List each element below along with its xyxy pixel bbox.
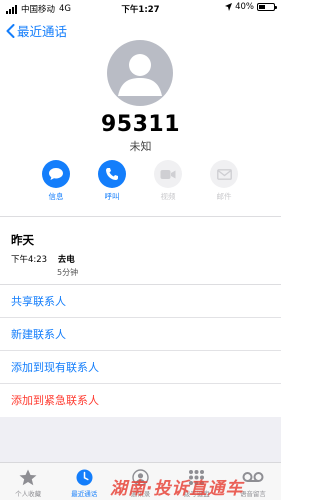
video-icon bbox=[160, 169, 176, 179]
add-emergency-contact-link[interactable]: 添加到紧急联系人 bbox=[0, 383, 281, 416]
call-button[interactable]: 呼叫 bbox=[92, 160, 132, 202]
person-icon bbox=[118, 54, 162, 96]
contact-links: 共享联系人 新建联系人 添加到现有联系人 添加到紧急联系人 bbox=[0, 284, 281, 416]
phone-icon bbox=[106, 168, 118, 180]
empty-area bbox=[0, 417, 281, 462]
location-icon bbox=[225, 3, 233, 11]
call-label: 呼叫 bbox=[104, 192, 120, 201]
tab-favorites-label: 个人收藏 bbox=[15, 490, 42, 498]
battery-icon bbox=[257, 3, 277, 11]
battery-percent: 40% bbox=[235, 2, 254, 12]
share-contact-label: 共享联系人 bbox=[11, 294, 66, 308]
back-label: 最近通话 bbox=[17, 24, 68, 39]
message-icon bbox=[49, 168, 63, 180]
avatar bbox=[107, 40, 173, 106]
recent-call-row: 下午4:23 去电 bbox=[11, 253, 75, 265]
status-bar: 中国移动 4G 下午1:27 40% bbox=[0, 0, 281, 16]
mail-label: 邮件 bbox=[216, 192, 232, 201]
voicemail-icon bbox=[242, 472, 264, 482]
back-button[interactable]: 最近通话 bbox=[6, 21, 67, 40]
message-button[interactable]: 信息 bbox=[36, 160, 76, 202]
clock-icon bbox=[76, 469, 93, 485]
recent-time: 下午4:23 bbox=[11, 255, 48, 265]
share-contact-link[interactable]: 共享联系人 bbox=[0, 284, 281, 317]
video-label: 视频 bbox=[160, 192, 176, 201]
contact-subtitle: 未知 bbox=[129, 140, 152, 153]
mail-icon bbox=[216, 168, 232, 180]
tab-recents[interactable]: 最近通话 bbox=[56, 463, 112, 500]
tab-recents-label: 最近通话 bbox=[71, 490, 98, 498]
recent-date: 昨天 bbox=[11, 233, 34, 247]
add-existing-contact-link[interactable]: 添加到现有联系人 bbox=[0, 350, 281, 383]
watermark: 湖南·投诉直通车 bbox=[110, 479, 244, 499]
status-right: 40% bbox=[225, 2, 277, 12]
add-existing-label: 添加到现有联系人 bbox=[11, 361, 99, 374]
message-label: 信息 bbox=[48, 192, 64, 201]
add-emergency-label: 添加到紧急联系人 bbox=[11, 394, 99, 407]
tab-voicemail-label: 语音留言 bbox=[239, 490, 266, 498]
action-row: 信息 呼叫 视频 邮件 bbox=[0, 160, 281, 206]
contact-number: 95311 bbox=[100, 112, 181, 137]
new-contact-label: 新建联系人 bbox=[11, 328, 66, 341]
mail-button[interactable]: 邮件 bbox=[204, 160, 244, 202]
recent-type: 去电 bbox=[57, 255, 75, 265]
chevron-left-icon bbox=[6, 23, 15, 38]
section-divider bbox=[0, 216, 281, 217]
video-button[interactable]: 视频 bbox=[148, 160, 188, 202]
recent-duration: 5分钟 bbox=[57, 268, 79, 277]
new-contact-link[interactable]: 新建联系人 bbox=[0, 317, 281, 350]
tab-favorites[interactable]: 个人收藏 bbox=[0, 463, 56, 500]
star-icon bbox=[19, 469, 37, 485]
